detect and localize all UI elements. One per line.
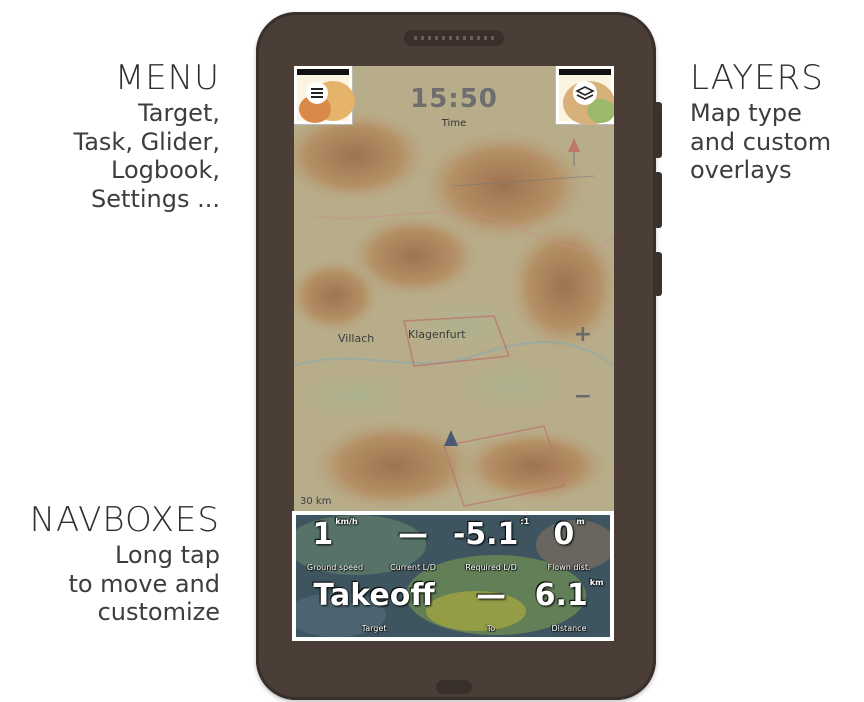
hamburger-menu-icon — [299, 81, 355, 123]
navbox-label: Ground speed — [306, 563, 364, 572]
navbox-label: Distance — [551, 624, 587, 633]
navbox-label: Flown dist. — [547, 563, 591, 572]
volume-down-button — [654, 172, 662, 228]
map-scale-label: 30 km — [300, 496, 332, 507]
layers-annotation-line: and custom — [690, 127, 832, 156]
zoom-in-button[interactable]: + — [574, 322, 592, 347]
navbox-value: — — [476, 578, 506, 613]
navbox-value: — — [398, 517, 428, 552]
layers-stack-icon — [563, 81, 614, 125]
navboxes-annotation-line: Long tap — [114, 540, 220, 569]
navbox-distance[interactable]: 6.1 km Distance — [530, 576, 608, 637]
navbox-label: Current L/D — [390, 563, 436, 572]
layers-annotation: LAYERS Map type and custom overlays — [690, 58, 831, 185]
navbox-current-ld[interactable]: — Current L/D — [374, 515, 452, 576]
navbox-label: To — [486, 624, 496, 633]
navbox-ground-speed[interactable]: 1 km/h Ground speed — [296, 515, 374, 576]
volume-up-button — [654, 102, 662, 158]
home-button — [436, 680, 472, 694]
menu-annotation: MENU Target, Task, Glider, Logbook, Sett… — [74, 58, 220, 214]
layers-annotation-title: LAYERS — [690, 58, 824, 98]
navboxes-annotation-title: NAVBOXES — [29, 500, 220, 540]
zoom-out-button[interactable]: − — [574, 384, 592, 409]
power-button — [654, 252, 662, 296]
navboxes-annotation-line: to move and — [68, 569, 220, 598]
map-place-label: Klagenfurt — [408, 328, 466, 341]
navboxes-annotation: NAVBOXES Long tap to move and customize — [30, 500, 220, 627]
navbox-target[interactable]: Takeoff Target — [296, 576, 452, 637]
navbox-value: 0m — [553, 517, 585, 552]
speaker-grille — [404, 30, 504, 46]
menu-annotation-line: Logbook, — [111, 156, 220, 185]
navboxes-annotation-line: customize — [97, 598, 220, 627]
navbox-required-ld[interactable]: -5.1:1 Required L/D — [452, 515, 530, 576]
menu-button[interactable] — [294, 66, 355, 125]
navbox-flown-distance[interactable]: 0m Flown dist. — [530, 515, 608, 576]
navbox-to[interactable]: — To — [452, 576, 530, 637]
layers-button[interactable] — [555, 66, 614, 125]
menu-annotation-title: MENU — [114, 58, 220, 98]
menu-annotation-line: Task, Glider, — [73, 127, 220, 156]
navbox-label: Target — [361, 624, 387, 633]
navbox-value: 1 km/h — [312, 517, 358, 552]
layers-annotation-line: overlays — [690, 156, 792, 185]
navbox-panel[interactable]: 1 km/h Ground speed — Current L/D -5.1:1 … — [292, 511, 614, 641]
navbox-label: Required L/D — [465, 563, 517, 572]
menu-annotation-line: Target, — [138, 98, 220, 127]
menu-annotation-line: Settings ... — [91, 185, 220, 214]
layers-annotation-line: Map type — [690, 98, 802, 127]
navbox-value: Takeoff — [313, 578, 435, 613]
map-place-label: Villach — [338, 332, 375, 345]
navbox-value: 6.1 km — [534, 578, 604, 613]
navbox-value: -5.1:1 — [452, 517, 530, 552]
